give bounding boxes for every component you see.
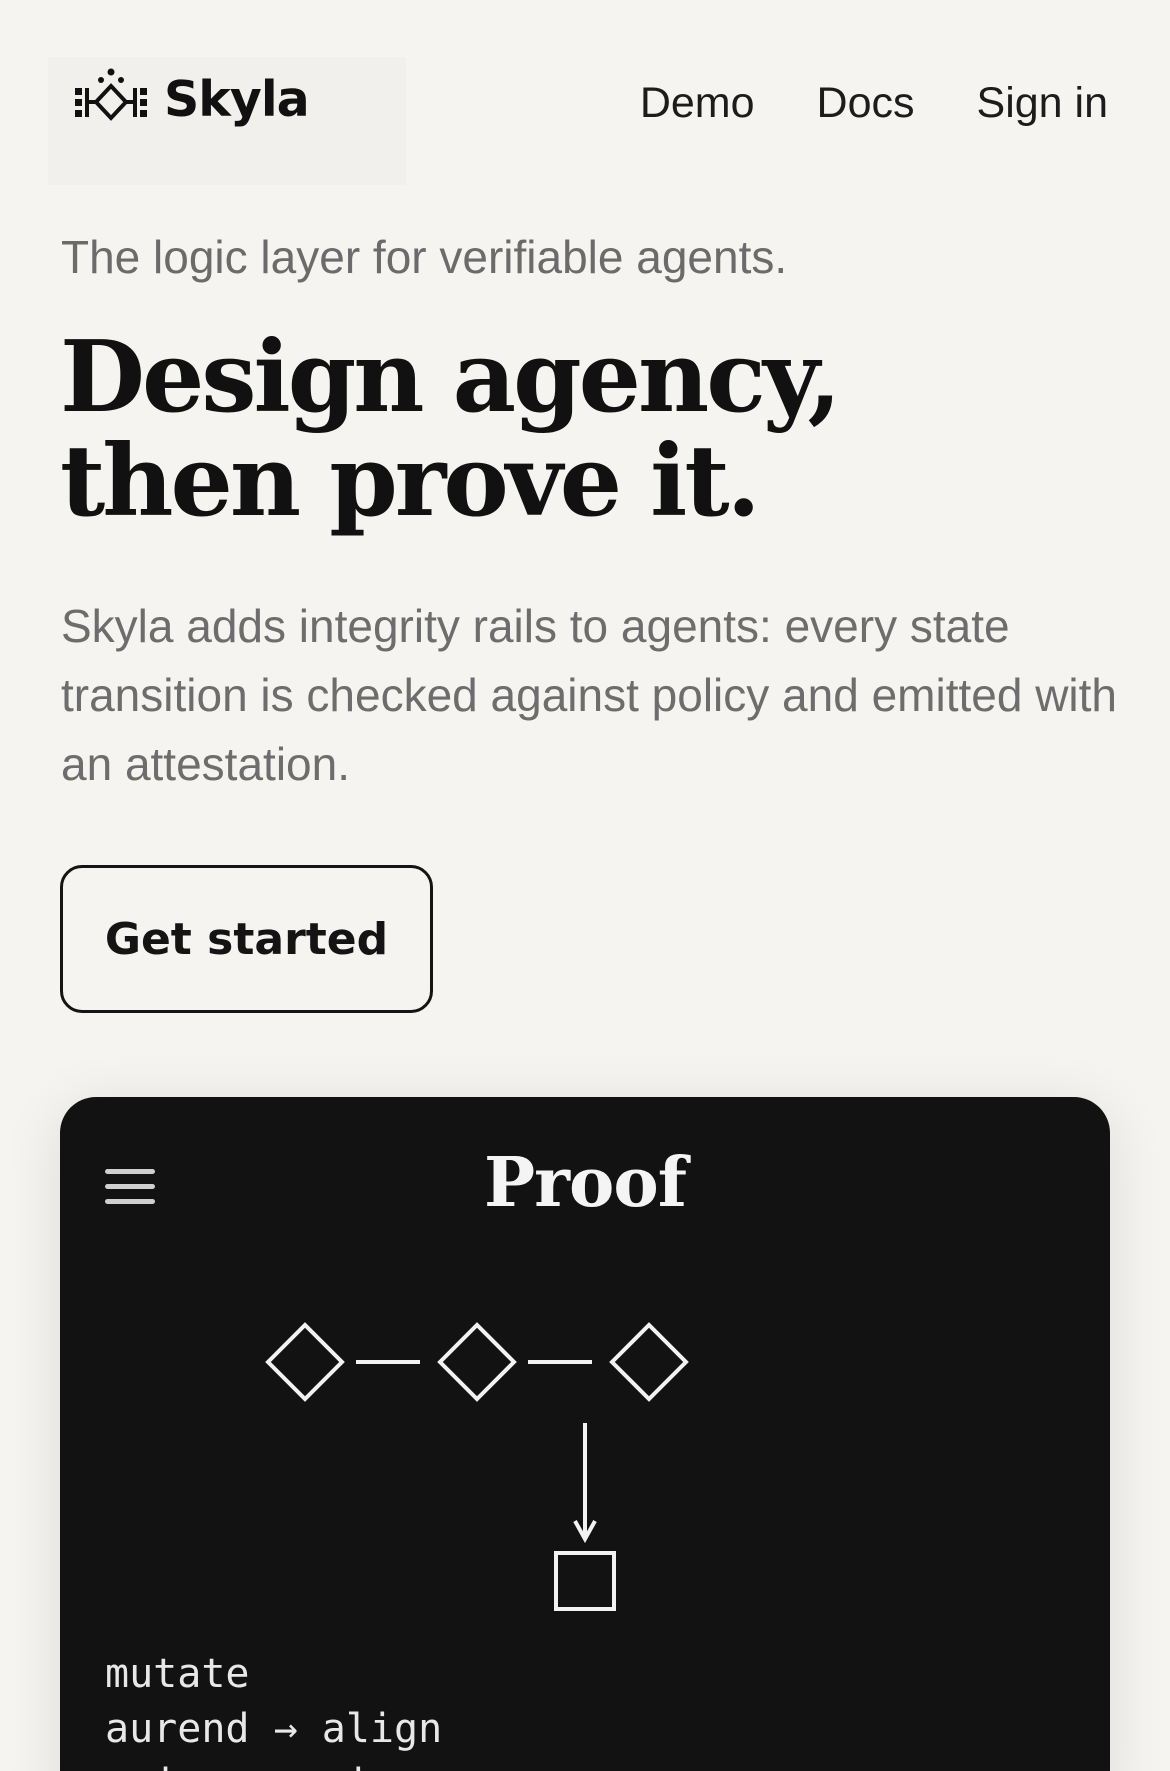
site-header: Skyla Demo Docs Sign in: [0, 0, 1170, 215]
code-line: aurend → align: [105, 1706, 443, 1752]
proof-card: Proof mutateaurend → alignaxiom → arise: [60, 1097, 1110, 1771]
brand-name: Skyla: [164, 71, 310, 128]
hero-tagline: The logic layer for verifiable agents.: [61, 231, 788, 283]
diagram-node-1-icon: [265, 1322, 345, 1402]
nav-demo-link[interactable]: Demo: [640, 82, 755, 125]
headline-line-1: Design agency,: [60, 320, 842, 435]
code-line: axiom → arise: [105, 1757, 442, 1771]
headline-line-2: then prove it.: [60, 424, 761, 539]
code-line: mutate: [105, 1651, 250, 1697]
proof-diagram: [265, 1322, 689, 1611]
logo-link[interactable]: Skyla: [48, 57, 406, 185]
top-nav: Demo Docs Sign in: [640, 82, 1108, 125]
diagram-node-2-icon: [437, 1322, 517, 1402]
get-started-button[interactable]: Get started: [60, 865, 433, 1013]
nav-sign-in-link[interactable]: Sign in: [977, 82, 1108, 125]
skyla-logo-icon: [75, 68, 147, 121]
hero-headline: Design agency, then prove it.: [60, 326, 1060, 534]
hero-description: Skyla adds integrity rails to agents: ev…: [61, 600, 1118, 790]
nav-docs-link[interactable]: Docs: [817, 82, 915, 125]
diagram-result-box-icon: [554, 1551, 616, 1611]
proof-code-block: mutate aurend → align axiom → arise: [105, 1647, 442, 1771]
diagram-node-3-icon: [609, 1322, 689, 1402]
